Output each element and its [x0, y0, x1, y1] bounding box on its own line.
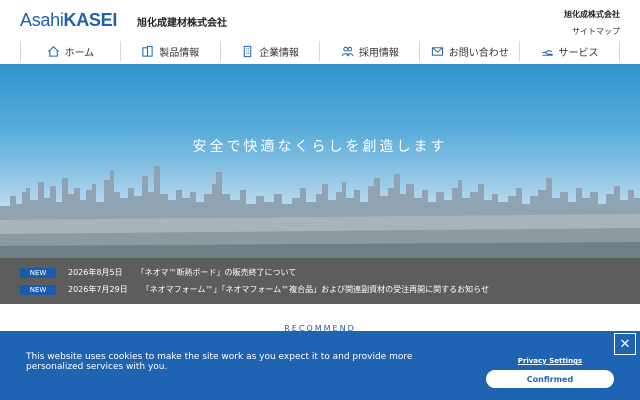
nav-item-recruit[interactable]: 採用情報	[320, 41, 421, 61]
building-icon	[142, 45, 153, 57]
privacy-settings-link[interactable]: Privacy Settings	[486, 357, 614, 365]
mail-icon	[431, 46, 443, 56]
nav-item-home[interactable]: ホーム	[20, 41, 121, 61]
news-item[interactable]: NEW 2026年7月29日 「ネオマフォーム™」「ネオマフォーム™複合品」およ…	[0, 281, 640, 298]
nav-label-service: サービス	[558, 47, 599, 59]
confirmed-button[interactable]: Confirmed	[486, 370, 614, 388]
nav-label-recruit: 採用情報	[358, 47, 399, 59]
nav-item-company[interactable]: 企業情報	[221, 41, 321, 61]
company-name: 旭化成建材株式会社	[137, 18, 227, 29]
asahi-kasei-logo[interactable]: AsahiKASEI	[20, 10, 117, 31]
close-icon[interactable]: ✕	[614, 333, 636, 355]
utility-links: 旭化成株式会社 サイトマップ	[564, 9, 620, 37]
sitemap-link[interactable]: サイトマップ	[564, 26, 620, 37]
service-icon	[541, 49, 553, 56]
hero-banner: 安全で快適なくらしを創造します	[0, 64, 640, 258]
news-title: 「ネオマ™断熱ボード」の販売終了について	[136, 268, 297, 277]
nav-label-contact: お問い合わせ	[448, 47, 509, 59]
cookie-message: This website uses cookies to make the si…	[26, 352, 413, 372]
new-badge: NEW	[20, 267, 56, 278]
people-icon	[341, 46, 354, 56]
global-nav: ホーム 製品情報 企業情報 採用情報 お問い合わせ サービス	[20, 40, 620, 62]
nav-item-contact[interactable]: お問い合わせ	[420, 41, 521, 61]
office-icon	[243, 45, 252, 57]
cityscape-image	[0, 166, 640, 258]
site-header: AsahiKASEI 旭化成建材株式会社 旭化成株式会社 サイトマップ	[0, 0, 640, 40]
nav-item-products[interactable]: 製品情報	[121, 41, 221, 61]
news-ticker: NEW 2026年8月5日 「ネオマ™断熱ボード」の販売終了について NEW 2…	[0, 258, 640, 304]
logo-text-asahi: Asahi	[20, 10, 64, 30]
nav-item-service[interactable]: サービス	[520, 41, 620, 61]
home-icon	[47, 45, 59, 57]
cookie-banner: This website uses cookies to make the si…	[0, 331, 640, 400]
new-badge: NEW	[20, 284, 56, 295]
group-company-link[interactable]: 旭化成株式会社	[564, 9, 620, 20]
news-item[interactable]: NEW 2026年8月5日 「ネオマ™断熱ボード」の販売終了について	[0, 264, 640, 281]
nav-label-products: 製品情報	[159, 47, 200, 59]
news-title: 「ネオマフォーム™」「ネオマフォーム™複合品」および関連副資材の受注再開に関する…	[141, 285, 489, 294]
hero-tagline: 安全で快適なくらしを創造します	[192, 139, 448, 155]
nav-label-company: 企業情報	[259, 47, 300, 59]
news-date: 2026年7月29日	[68, 285, 128, 294]
logo-text-kasei: KASEI	[63, 10, 118, 30]
nav-label-home: ホーム	[64, 47, 95, 59]
news-date: 2026年8月5日	[68, 268, 123, 277]
